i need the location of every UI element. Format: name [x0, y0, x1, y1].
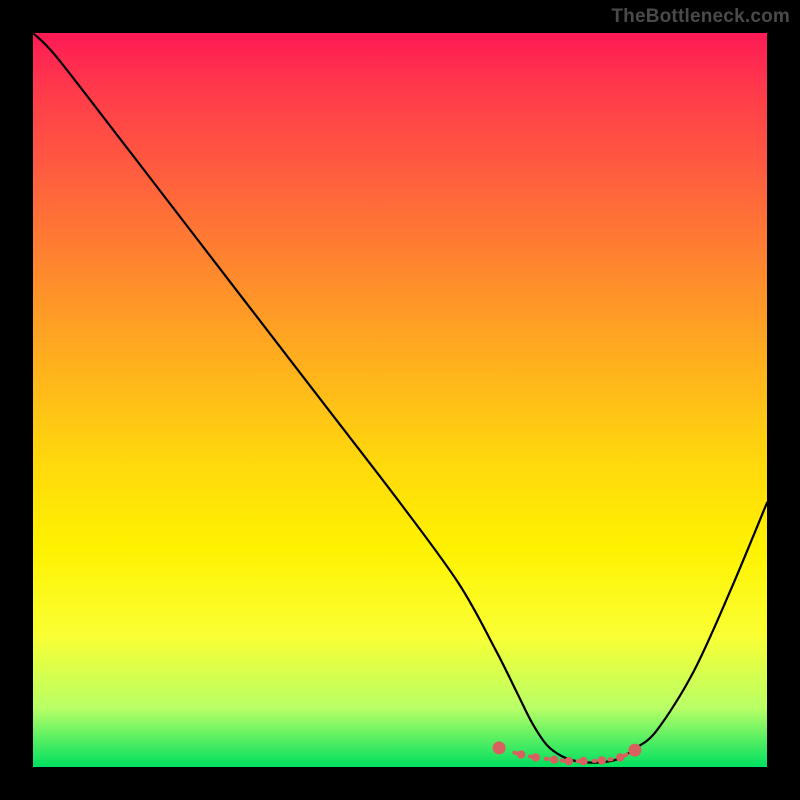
watermark-label: TheBottleneck.com — [611, 6, 790, 28]
plot-gradient-area — [33, 33, 767, 767]
chart-frame: TheBottleneck.com — [0, 0, 800, 800]
